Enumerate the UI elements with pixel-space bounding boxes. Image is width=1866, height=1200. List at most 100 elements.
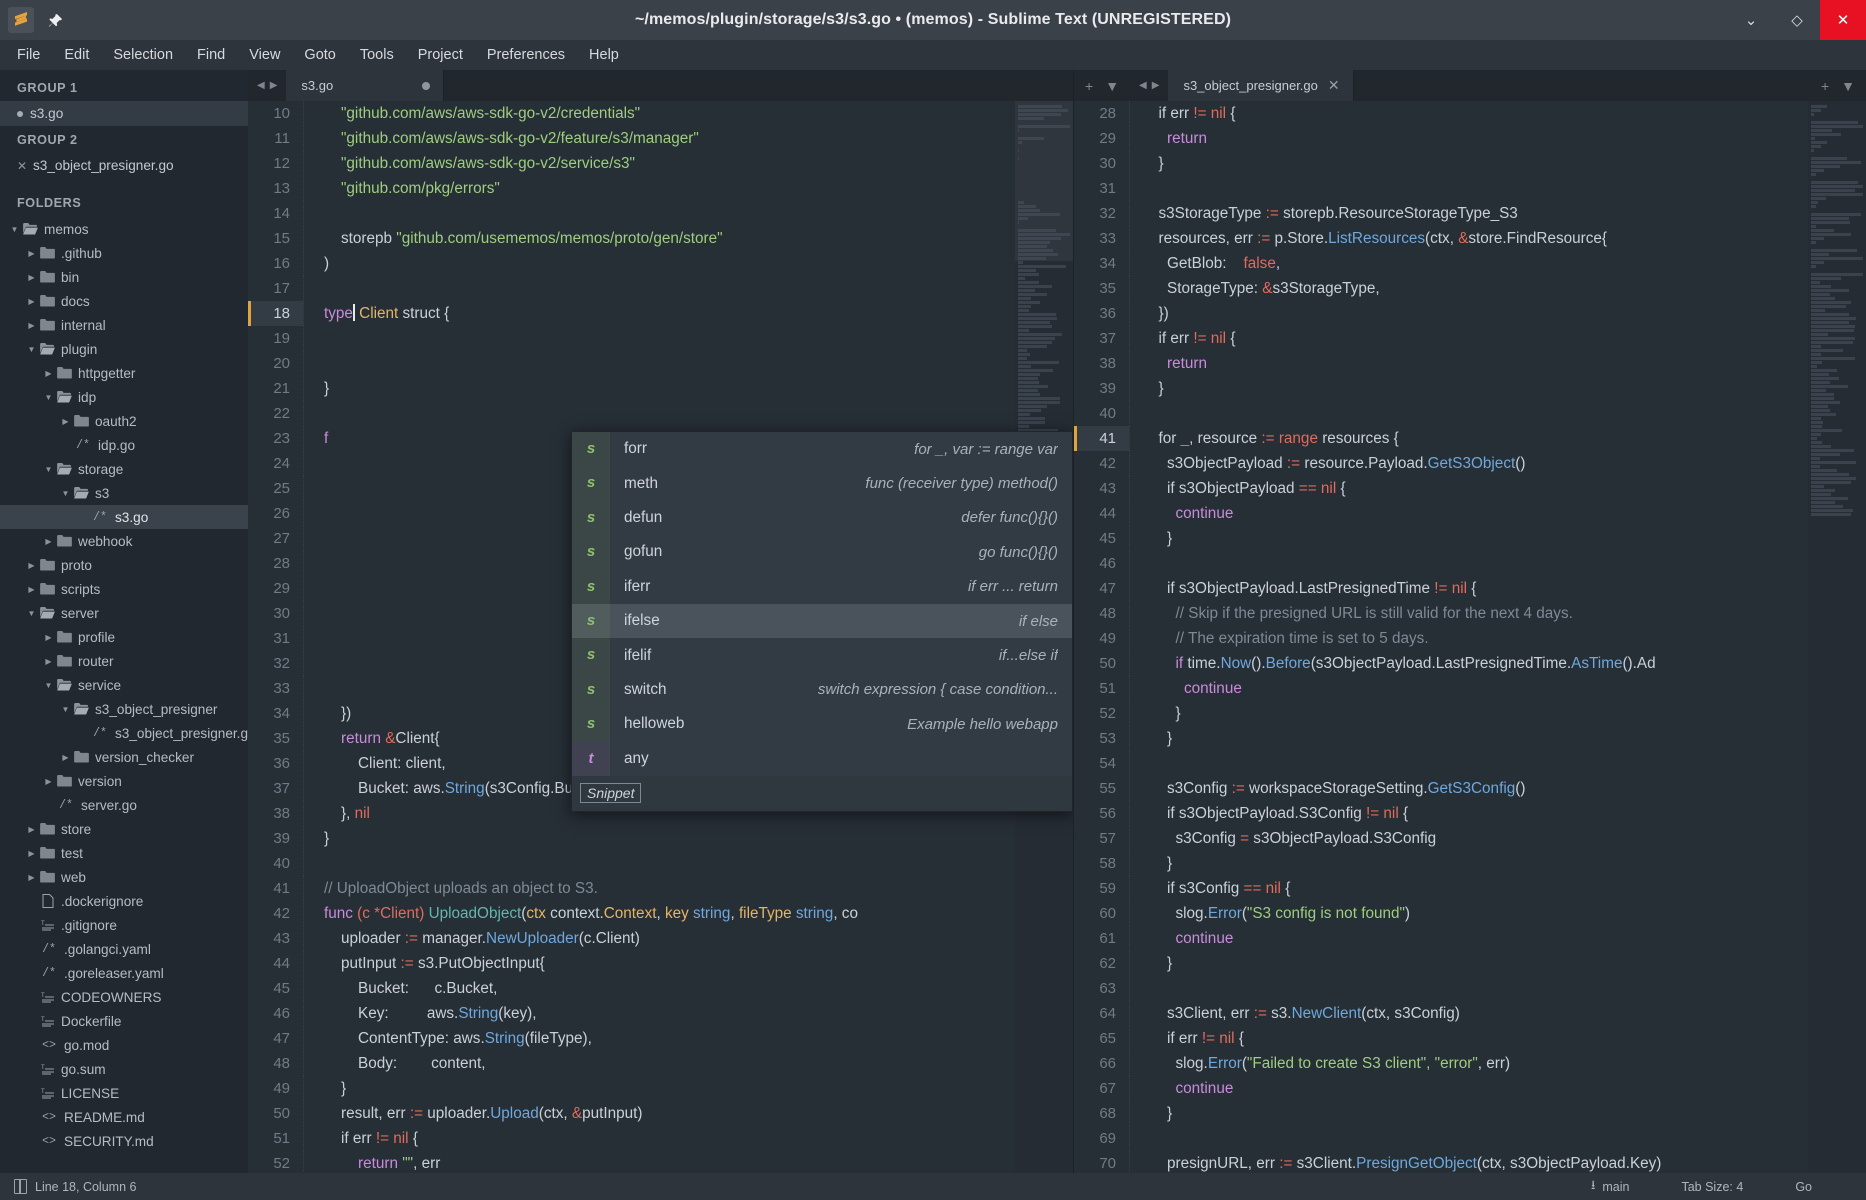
menu-item-view[interactable]: View [238,43,291,67]
chevron-down-icon[interactable] [59,489,72,498]
chevron-down-icon[interactable] [25,609,38,618]
tree-item-storage[interactable]: storage [0,457,248,481]
chevron-right-icon[interactable] [42,369,55,378]
chevron-right-icon[interactable] [25,561,38,570]
tree-item-docs[interactable]: docs [0,289,248,313]
tree-item-go-sum[interactable]: Tgo.sum [0,1057,248,1081]
tree-item-proto[interactable]: proto [0,553,248,577]
autocomplete-item-forr[interactable]: s forr for _, var := range var [572,432,1072,466]
chevron-right-icon[interactable] [25,585,38,594]
sidebar-toggle-icon[interactable] [14,1179,27,1194]
chevron-right-icon[interactable] [59,753,72,762]
tab-next-icon[interactable]: ▶ [1152,80,1160,91]
autocomplete-item-meth[interactable]: s meth func (receiver type) method() [572,466,1072,500]
autocomplete-item-gofun[interactable]: s gofun go func(){}() [572,535,1072,569]
chevron-right-icon[interactable] [25,849,38,858]
chevron-right-icon[interactable] [25,873,38,882]
tree-item--goreleaser-yaml[interactable]: /* .goreleaser.yaml [0,961,248,985]
menu-item-tools[interactable]: Tools [349,43,405,67]
chevron-right-icon[interactable] [42,537,55,546]
new-tab-icon[interactable]: + [1821,78,1829,94]
open-file-s3-object-presigner-go[interactable]: ✕ s3_object_presigner.go [0,153,248,178]
tab-close-icon[interactable]: ✕ [1328,77,1340,94]
menu-item-file[interactable]: File [6,43,51,67]
tab-actions-right-2[interactable]: + ▼ [1810,70,1866,101]
chevron-right-icon[interactable] [42,777,55,786]
tree-item-webhook[interactable]: webhook [0,529,248,553]
minimize-button[interactable]: ⌄ [1728,0,1774,40]
chevron-right-icon[interactable] [42,633,55,642]
tree-item-test[interactable]: test [0,841,248,865]
autocomplete-item-ifelse[interactable]: s ifelse if else [572,604,1072,638]
menu-item-project[interactable]: Project [407,43,474,67]
tree-item-s3-object-presigner[interactable]: s3_object_presigner [0,697,248,721]
chevron-right-icon[interactable] [25,249,38,258]
tree-item--golangci-yaml[interactable]: /* .golangci.yaml [0,937,248,961]
tree-item-codeowners[interactable]: T CODEOWNERS [0,985,248,1009]
tree-item-service[interactable]: service [0,673,248,697]
autocomplete-item-defun[interactable]: s defun defer func(){}() [572,501,1072,535]
code-editor-left[interactable]: 10 "github.com/aws/aws-sdk-go-v2/credent… [248,101,1073,1173]
autocomplete-item-helloweb[interactable]: s helloweb Example hello webapp [572,707,1072,741]
menu-item-preferences[interactable]: Preferences [476,43,576,67]
tab-actions-right[interactable]: + ▼ [1074,70,1130,101]
tree-item-scripts[interactable]: scripts [0,577,248,601]
chevron-right-icon[interactable] [25,321,38,330]
new-tab-icon[interactable]: + [1085,78,1093,94]
menu-item-goto[interactable]: Goto [293,43,346,67]
pin-icon[interactable] [44,9,66,31]
autocomplete-list[interactable]: s forr for _, var := range var s meth func (r… [572,432,1072,776]
autocomplete-item-any[interactable]: t any [572,742,1072,776]
tree-item-idp-go[interactable]: /* idp.go [0,433,248,457]
menu-item-selection[interactable]: Selection [102,43,184,67]
tree-item-dockerfile[interactable]: T Dockerfile [0,1009,248,1033]
tree-item-go-mod[interactable]: <> go.mod [0,1033,248,1057]
tree-item--dockerignore[interactable]: .dockerignore [0,889,248,913]
tab-nav-arrows-left[interactable]: ◀ ▶ [248,70,286,101]
tree-item--github[interactable]: .github [0,241,248,265]
chevron-right-icon[interactable] [25,273,38,282]
autocomplete-popup[interactable]: s forr for _, var := range var s meth func (r… [571,431,1073,812]
chevron-down-icon[interactable] [42,465,55,474]
tree-item-license[interactable]: T LICENSE [0,1081,248,1105]
tree-item-profile[interactable]: profile [0,625,248,649]
tree-item-web[interactable]: web [0,865,248,889]
open-file-s3-go[interactable]: s3.go [0,101,248,126]
chevron-down-icon[interactable] [42,393,55,402]
tree-item-s3-object-presigner-go[interactable]: /* s3_object_presigner.go [0,721,248,745]
tab-next-icon[interactable]: ▶ [270,80,278,91]
tree-item-server[interactable]: server [0,601,248,625]
chevron-down-icon[interactable] [8,225,21,234]
autocomplete-item-iferr[interactable]: s iferr if err ... return [572,570,1072,604]
chevron-right-icon[interactable] [25,825,38,834]
maximize-button[interactable]: ◇ [1774,0,1820,40]
chevron-right-icon[interactable] [25,297,38,306]
close-button[interactable]: ✕ [1820,0,1866,40]
git-branch[interactable]: ⭳ main [1591,1176,1629,1197]
sidebar[interactable]: GROUP 1 s3.go GROUP 2 ✕ s3_object_presig… [0,70,248,1173]
tree-item-bin[interactable]: bin [0,265,248,289]
autocomplete-item-switch[interactable]: s switch switch expression { case conditio… [572,673,1072,707]
code-editor-right[interactable]: 28 if err != nil {29 return 30 } 31 32 s3St… [1074,101,1866,1173]
chevron-down-icon[interactable] [25,345,38,354]
tree-item-version-checker[interactable]: version_checker [0,745,248,769]
tab-prev-icon[interactable]: ◀ [1139,80,1147,91]
chevron-right-icon[interactable] [42,657,55,666]
tab-size[interactable]: Tab Size: 4 [1681,1180,1743,1194]
tree-item-server-go[interactable]: /* server.go [0,793,248,817]
tab-nav-arrows-right[interactable]: ◀ ▶ [1130,70,1168,101]
tab-s3-go[interactable]: s3.go [286,70,444,101]
tree-item-router[interactable]: router [0,649,248,673]
syntax-mode[interactable]: Go [1795,1180,1812,1194]
chevron-down-icon[interactable]: ▼ [1841,78,1855,94]
tree-item-idp[interactable]: idp [0,385,248,409]
folder-tree[interactable]: memos .github bin docs internal plugin httpget… [0,217,248,1153]
menu-item-help[interactable]: Help [578,43,630,67]
chevron-down-icon[interactable] [59,705,72,714]
tab-s3-object-presigner-go[interactable]: s3_object_presigner.go ✕ [1168,70,1353,101]
menu-item-edit[interactable]: Edit [53,43,100,67]
tree-item-s3[interactable]: s3 [0,481,248,505]
chevron-down-icon[interactable] [42,681,55,690]
tab-prev-icon[interactable]: ◀ [257,80,265,91]
tree-item-plugin[interactable]: plugin [0,337,248,361]
